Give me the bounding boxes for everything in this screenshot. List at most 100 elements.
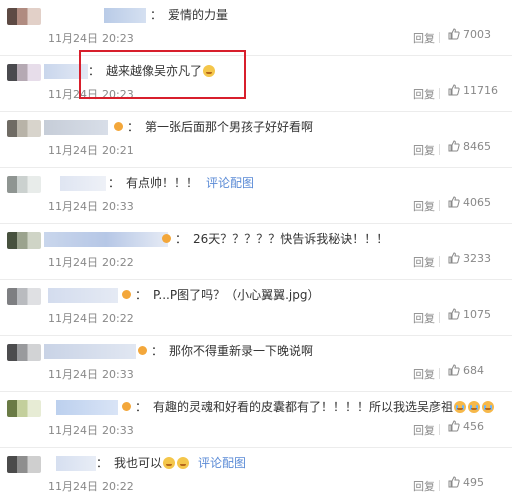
action-divider [439,144,440,155]
comment-timestamp: 11月24日 20:33 [48,366,134,382]
comment-text: 第一张后面那个男孩子好好看啊 [145,120,314,134]
comment-colon: ： [151,344,164,358]
reply-button[interactable]: 回复 [413,86,435,102]
comment-list: ： 爱情的力量 11月24日 20:23 回复 7003 ： 越来越像吴亦凡了 11月… [0,0,512,498]
comment-colon: ： [135,288,148,302]
comment-date: 11月24日 [48,424,98,437]
comment-colon: ： [88,64,101,78]
cry-emoji-icon [468,401,481,413]
member-badge-icon [122,402,131,411]
like-button[interactable]: 684 [448,364,484,377]
like-button[interactable]: 7003 [448,28,491,41]
comment-text: 爱情的力量 [168,8,229,22]
avatar[interactable] [7,456,41,473]
action-divider [439,424,440,435]
comment-date: 11月24日 [48,32,98,45]
comment-content: ： 那你不得重新录一下晚说啊 [136,342,313,360]
smile-emoji-icon [203,65,216,77]
comment-row: ： 爱情的力量 11月24日 20:23 回复 7003 [0,0,512,56]
like-count: 456 [463,420,484,433]
comment-content: ： 越来越像吴亦凡了 [88,62,216,80]
comment-time: 20:33 [102,200,134,213]
username-blurred[interactable] [44,120,108,135]
comment-content: ： 第一张后面那个男孩子好好看啊 [112,118,313,136]
reply-button[interactable]: 回复 [413,366,435,382]
comment-colon: ： [150,8,163,22]
like-button[interactable]: 3233 [448,252,491,265]
username-blurred[interactable] [60,176,106,191]
reply-button[interactable]: 回复 [413,310,435,326]
like-button[interactable]: 456 [448,420,484,433]
comment-image-link[interactable]: 评论配图 [198,456,246,470]
avatar[interactable] [7,232,41,249]
like-button[interactable]: 11716 [448,84,498,97]
avatar[interactable] [7,120,41,137]
reply-button[interactable]: 回复 [413,422,435,438]
username-blurred[interactable] [56,400,118,415]
username-blurred[interactable] [56,456,96,471]
action-divider [439,32,440,43]
comment-colon: ： [108,176,121,190]
reply-button[interactable]: 回复 [413,142,435,158]
reply-button[interactable]: 回复 [413,478,435,494]
comment-date: 11月24日 [48,312,98,325]
comment-text: 我也可以 [114,456,163,470]
username-blurred[interactable] [44,232,168,247]
comment-content: ： 我也可以 评论配图 [96,454,246,472]
comment-date: 11月24日 [48,368,98,381]
comment-time: 20:23 [102,88,134,101]
member-badge-icon [114,122,123,131]
cry-emoji-icon [482,401,495,413]
comment-timestamp: 11月24日 20:21 [48,142,134,158]
comment-timestamp: 11月24日 20:23 [48,86,134,102]
avatar[interactable] [7,288,41,305]
comment-row: ： P...P图了吗？（小心翼翼.jpg） 11月24日 20:22 回复 1075 [0,280,512,336]
comment-content: ： 26天？？？？？快告诉我秘诀！！！ [160,230,388,248]
reply-button[interactable]: 回复 [413,30,435,46]
avatar[interactable] [7,176,41,193]
reply-button[interactable]: 回复 [413,254,435,270]
comment-timestamp: 11月24日 20:22 [48,478,134,494]
member-badge-icon [138,346,147,355]
like-count: 11716 [463,84,498,97]
member-badge-icon [162,234,171,243]
comment-colon: ： [175,232,188,246]
avatar[interactable] [7,400,41,417]
like-count: 8465 [463,140,491,153]
comment-date: 11月24日 [48,88,98,101]
like-count: 3233 [463,252,491,265]
member-badge-icon [122,290,131,299]
comment-content: ： P...P图了吗？（小心翼翼.jpg） [120,286,319,304]
comment-row: ： 我也可以 评论配图 11月24日 20:22 回复 495 [0,448,512,504]
like-button[interactable]: 1075 [448,308,491,321]
comment-row: ： 26天？？？？？快告诉我秘诀！！！ 11月24日 20:22 回复 3233 [0,224,512,280]
avatar[interactable] [7,344,41,361]
action-divider [439,256,440,267]
like-count: 4065 [463,196,491,209]
comment-date: 11月24日 [48,256,98,269]
like-count: 7003 [463,28,491,41]
thumbs-up-icon [448,420,460,432]
like-button[interactable]: 4065 [448,196,491,209]
like-button[interactable]: 8465 [448,140,491,153]
comment-image-link[interactable]: 评论配图 [206,176,254,190]
thumbs-up-icon [448,28,460,40]
comment-time: 20:21 [102,144,134,157]
like-button[interactable]: 495 [448,476,484,489]
comment-time: 20:22 [102,480,134,493]
avatar[interactable] [7,64,41,81]
thumbs-up-icon [448,84,460,96]
reply-button[interactable]: 回复 [413,198,435,214]
like-count: 1075 [463,308,491,321]
comment-colon: ： [135,400,148,414]
comment-row: ： 有趣的灵魂和好看的皮囊都有了！！！！所以我选吴彦祖 11月24日 20:33 回… [0,392,512,448]
comment-text: 有点帅！！！ [126,176,199,190]
comment-timestamp: 11月24日 20:22 [48,254,134,270]
username-blurred[interactable] [48,288,118,303]
username-blurred[interactable] [104,8,146,23]
avatar[interactable] [7,8,41,25]
comment-colon: ： [127,120,140,134]
username-blurred[interactable] [44,64,88,79]
username-blurred[interactable] [44,344,136,359]
comment-content: ： 有趣的灵魂和好看的皮囊都有了！！！！所以我选吴彦祖 [120,398,495,416]
